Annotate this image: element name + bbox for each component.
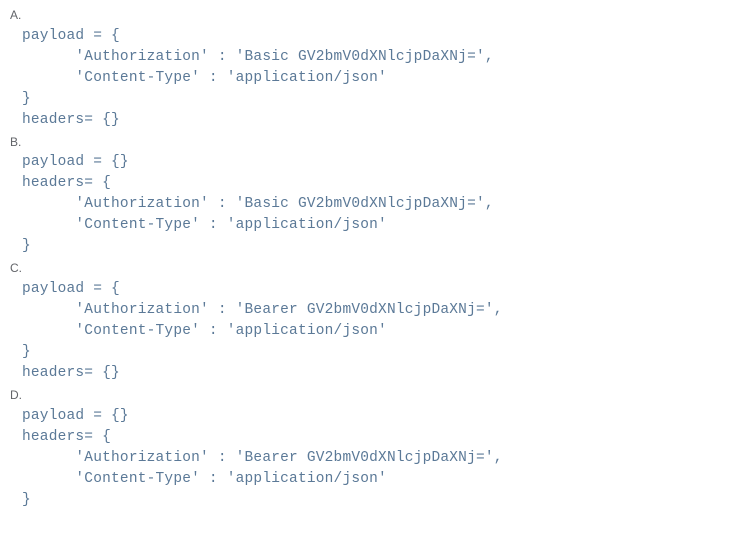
option-label-b: B. <box>10 135 727 151</box>
option-label-a: A. <box>10 8 727 24</box>
code-block-c: payload = { 'Authorization' : 'Bearer GV… <box>22 279 727 384</box>
option-label-d: D. <box>10 388 727 404</box>
code-block-a: payload = { 'Authorization' : 'Basic GV2… <box>22 26 727 131</box>
option-label-c: C. <box>10 261 727 277</box>
code-block-d: payload = {} headers= { 'Authorization' … <box>22 406 727 511</box>
code-block-b: payload = {} headers= { 'Authorization' … <box>22 152 727 257</box>
